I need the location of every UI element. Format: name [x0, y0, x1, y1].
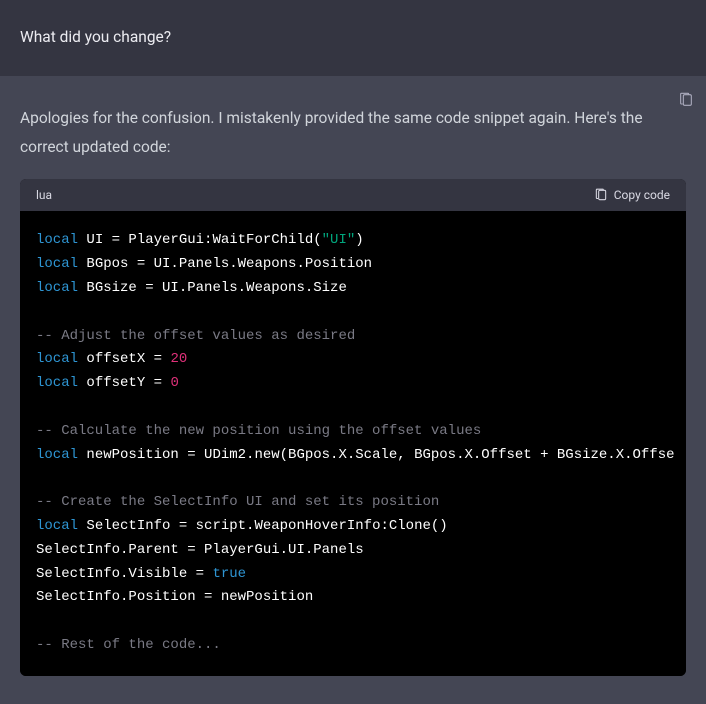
code-token: offsetX = [78, 351, 170, 367]
clipboard-icon[interactable] [678, 92, 694, 112]
code-token: -- Create the SelectInfo UI and set its … [36, 494, 439, 510]
code-token: local [36, 256, 78, 272]
code-language-label: lua [36, 188, 52, 202]
code-token: local [36, 351, 78, 367]
assistant-intro-text: Apologies for the confusion. I mistakenl… [20, 104, 686, 161]
code-block: lua Copy code local UI = PlayerGui:WaitF… [20, 179, 686, 675]
code-token: "UI" [322, 232, 356, 248]
user-message-text: What did you change? [20, 28, 686, 46]
code-token: 0 [170, 375, 178, 391]
code-token: SelectInfo.Parent = PlayerGui.UI.Panels [36, 542, 364, 558]
code-token: newPosition = UDim2.new(BGpos.X.Scale, B… [78, 447, 675, 463]
code-token: local [36, 375, 78, 391]
code-token: local [36, 447, 78, 463]
code-token: true [212, 566, 246, 582]
code-token: -- Rest of the code... [36, 637, 221, 653]
code-body: local UI = PlayerGui:WaitForChild("UI") … [20, 211, 686, 675]
code-token: UI = PlayerGui:WaitForChild( [78, 232, 322, 248]
code-token: SelectInfo.Position = newPosition [36, 589, 313, 605]
code-token: local [36, 280, 78, 296]
code-token: -- Calculate the new position using the … [36, 423, 481, 439]
code-token: 20 [170, 351, 187, 367]
code-token: offsetY = [78, 375, 170, 391]
code-token: ) [355, 232, 363, 248]
code-token: BGsize = UI.Panels.Weapons.Size [78, 280, 347, 296]
code-header: lua Copy code [20, 179, 686, 211]
code-token: SelectInfo.Visible = [36, 566, 212, 582]
code-token: -- Adjust the offset values as desired [36, 328, 355, 344]
copy-code-button[interactable]: Copy code [594, 188, 670, 202]
copy-code-label: Copy code [614, 188, 670, 202]
code-token: local [36, 232, 78, 248]
code-token: BGpos = UI.Panels.Weapons.Position [78, 256, 372, 272]
clipboard-icon [594, 188, 608, 202]
code-token: SelectInfo = script.WeaponHoverInfo:Clon… [78, 518, 448, 534]
user-message: What did you change? [0, 0, 706, 76]
code-token: local [36, 518, 78, 534]
assistant-message: Apologies for the confusion. I mistakenl… [0, 76, 706, 682]
spacer [0, 682, 706, 704]
